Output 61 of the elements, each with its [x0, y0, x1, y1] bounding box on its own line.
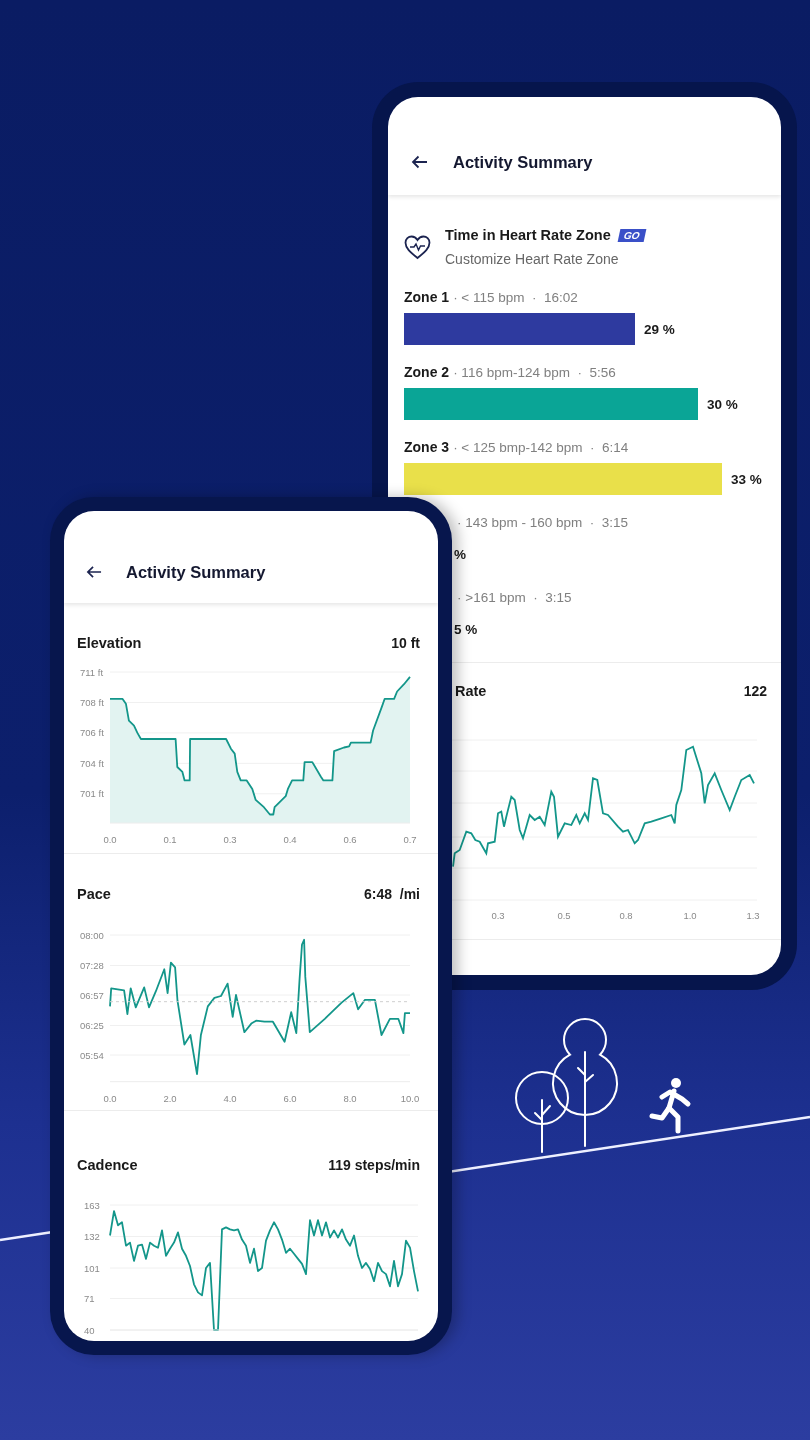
heart-rate-icon	[404, 234, 431, 260]
axis-label: 0.7	[403, 834, 417, 845]
zone-detail: · 116 bpm-124 bpm · 5:56	[453, 364, 616, 380]
chart-value: 119 steps/min	[328, 1157, 420, 1173]
axis-label: 132	[84, 1231, 100, 1242]
axis-label: 71	[84, 1293, 95, 1304]
axis-label: 0.5	[557, 910, 571, 921]
axis-label: 0.3	[491, 910, 505, 921]
axis-label: 706 ft	[80, 727, 104, 739]
axis-label: 6.0	[283, 1093, 297, 1104]
chart-value: 122	[743, 683, 767, 699]
axis-label: 101	[84, 1262, 100, 1274]
screen-title: Activity Summary	[126, 562, 266, 582]
zone-detail: · < 115 bpm · 16:02	[453, 289, 578, 305]
axis-label: 704 ft	[80, 757, 104, 769]
axis-label: 0.8	[619, 910, 633, 921]
axis-label: 05:54	[80, 1049, 104, 1061]
chart-title: Elevation	[77, 635, 142, 651]
axis-label: 1.0	[683, 910, 697, 921]
axis-label: 08:00	[80, 929, 104, 941]
go-badge: GO	[617, 228, 646, 242]
chart-title: Rate	[455, 683, 487, 699]
zone-percent: 30 %	[707, 396, 738, 412]
chart-value: 10 ft	[391, 635, 420, 651]
zone-percent: 29 %	[644, 321, 675, 337]
axis-label: 4.0	[223, 1093, 237, 1104]
axis-label: 07:28	[80, 960, 104, 971]
zone-percent: 33 %	[731, 471, 762, 487]
axis-label: 06:57	[80, 989, 104, 1001]
zone-name: Zone 1	[404, 289, 450, 305]
axis-label: 711 ft	[80, 666, 104, 678]
back-icon[interactable]	[86, 565, 102, 579]
axis-label: 0.6	[343, 834, 357, 845]
zone-percent: %	[454, 546, 466, 562]
axis-label: 701 ft	[80, 788, 104, 800]
axis-label: 0.0	[103, 1093, 117, 1104]
chart-title: Pace	[77, 886, 111, 902]
zone-name: Zone 2	[404, 364, 450, 380]
axis-label: 2.0	[163, 1093, 177, 1104]
axis-label: 0.1	[163, 834, 177, 845]
back-icon[interactable]	[411, 155, 428, 169]
axis-label: 0.3	[223, 834, 237, 845]
axis-label: 8.0	[343, 1093, 357, 1104]
chart-value: 6:48 /mi	[363, 886, 420, 902]
zone-detail: · 143 bpm - 160 bpm · 3:15	[457, 514, 629, 530]
zone-name: Zone 3	[404, 439, 450, 455]
zone-detail: · < 125 bmp-142 bpm · 6:14	[453, 439, 629, 455]
axis-label: 0.0	[103, 834, 117, 845]
axis-label: 1.3	[746, 910, 760, 921]
chart-title: Cadence	[77, 1157, 138, 1173]
axis-label: 10.0	[400, 1093, 420, 1104]
axis-label: 40	[84, 1324, 95, 1336]
axis-label: 0.4	[283, 834, 297, 845]
axis-label: 06:25	[80, 1020, 104, 1031]
zone-detail: · >161 bpm · 3:15	[457, 589, 572, 605]
section-title: Time in Heart Rate Zone	[445, 227, 611, 243]
axis-label: 163	[84, 1199, 100, 1211]
customize-link[interactable]: Customize Heart Rate Zone	[445, 247, 645, 271]
screen-title: Activity Summary	[453, 152, 593, 172]
zone-percent: 5 %	[454, 621, 478, 637]
axis-label: 708 ft	[80, 696, 104, 708]
